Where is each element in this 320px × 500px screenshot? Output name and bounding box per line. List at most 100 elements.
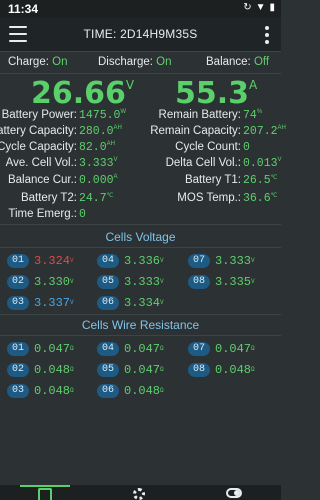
cell-item: 07 3.333V <box>188 254 274 269</box>
cell-value-number: 0.047 <box>215 342 252 356</box>
pack-voltage-unit: V <box>125 78 135 92</box>
cell-value-unit: Ω <box>251 366 255 373</box>
cell-item: 06 3.334V <box>97 296 183 311</box>
stat-row: Remain Capacity: 207.2AH <box>0 125 286 141</box>
cell-item: 08 0.048Ω <box>188 363 274 378</box>
cell-index-badge: 03 <box>7 384 29 398</box>
dashboard-icon[interactable] <box>38 488 52 500</box>
pack-voltage-value: 26.66 <box>31 76 126 111</box>
cell-index-badge: 02 <box>7 363 29 377</box>
balance-value: Off <box>253 56 270 68</box>
cell-value-unit: V <box>251 257 255 264</box>
stat-value: 74 <box>243 109 257 122</box>
cells-voltage-title: Cells Voltage <box>105 230 176 244</box>
stat-row: MOS Temp.: 36.6℃ <box>0 192 281 208</box>
cell-value-number: 0.048 <box>34 384 71 398</box>
cell-index-badge: 05 <box>97 363 119 377</box>
cell-value: 0.047Ω <box>215 342 255 356</box>
cell-value-number: 0.048 <box>215 363 252 377</box>
cell-item: 05 3.333V <box>97 275 183 290</box>
cell-index-badge: 02 <box>7 275 29 289</box>
cell-index-badge: 06 <box>97 296 119 310</box>
cell-value-unit: Ω <box>251 345 255 352</box>
stat-value-cell: 0.013V <box>243 157 282 170</box>
app-bar: TIME: 2D14H9M35S <box>0 18 281 52</box>
stat-label: Remain Battery: <box>158 109 241 121</box>
cell-value-unit: Ω <box>160 387 164 394</box>
stat-unit: V <box>277 157 282 163</box>
stat-value-cell: 0 <box>79 208 86 221</box>
stat-label: Battery T1: <box>184 174 241 186</box>
cell-value-number: 3.336 <box>124 254 161 268</box>
cell-value-unit: Ω <box>70 387 74 394</box>
cell-value: 3.330V <box>34 275 74 289</box>
cell-item: 04 0.047Ω <box>97 342 183 357</box>
stat-row: Battery T1: 26.5℃ <box>0 174 281 190</box>
discharge-switch[interactable]: Discharge: On <box>98 56 172 68</box>
cell-value: 0.047Ω <box>124 342 164 356</box>
discharge-label: Discharge: <box>98 56 153 68</box>
toggle-icon[interactable] <box>226 488 242 498</box>
charge-value: On <box>52 56 68 68</box>
stat-label: MOS Temp.: <box>177 192 241 204</box>
charge-switch[interactable]: Charge: On <box>8 56 67 68</box>
cell-value: 0.048Ω <box>124 384 164 398</box>
stat-row: Remain Battery: 74% <box>0 109 281 125</box>
cell-item: 03 0.048Ω <box>7 384 93 399</box>
cell-value-unit: Ω <box>160 345 164 352</box>
stat-value: 0.013 <box>243 157 278 170</box>
cell-value: 0.047Ω <box>34 342 74 356</box>
cell-value-number: 0.048 <box>124 384 161 398</box>
cells-resistance-title: Cells Wire Resistance <box>81 318 200 332</box>
stat-value: 36.6 <box>243 192 271 205</box>
cell-item: 02 3.330V <box>7 275 93 290</box>
sync-icon: ↻ <box>243 2 252 13</box>
balance-switch[interactable]: Balance: Off <box>206 56 269 68</box>
stat-row: Delta Cell Vol.: 0.013V <box>0 157 282 173</box>
cell-value-number: 3.333 <box>215 254 252 268</box>
more-options-icon[interactable] <box>265 26 269 47</box>
cell-value-number: 3.337 <box>34 296 71 310</box>
switch-status-row: Charge: On Discharge: On Balance: Off <box>0 52 281 74</box>
cell-index-badge: 01 <box>7 254 29 268</box>
stat-unit: ℃ <box>270 193 278 199</box>
page-title: TIME: 2D14H9M35S <box>83 27 198 41</box>
cell-value-unit: Ω <box>70 345 74 352</box>
cell-value-number: 3.333 <box>124 275 161 289</box>
stat-label: Remain Capacity: <box>150 125 241 137</box>
stat-row: Time Emerg.: 0 <box>0 208 140 224</box>
settings-icon[interactable] <box>133 488 145 500</box>
cell-index-badge: 07 <box>188 342 210 356</box>
cell-index-badge: 04 <box>97 254 119 268</box>
stat-value: 26.5 <box>243 174 271 187</box>
cell-index-badge: 06 <box>97 384 119 398</box>
cell-value-unit: Ω <box>160 366 164 373</box>
cell-value-number: 0.047 <box>124 363 161 377</box>
cell-index-badge: 03 <box>7 296 29 310</box>
pack-voltage: 26.66V <box>31 76 134 111</box>
cell-value: 3.335V <box>215 275 255 289</box>
stat-unit: ℃ <box>270 175 278 181</box>
cell-value: 3.333V <box>124 275 164 289</box>
cell-value-unit: V <box>70 278 74 285</box>
cell-item: 03 3.337V <box>7 296 93 311</box>
wifi-icon: ▼ <box>255 2 266 13</box>
cell-value: 3.334V <box>124 296 164 310</box>
cell-index-badge: 08 <box>188 275 210 289</box>
cell-value-unit: Ω <box>70 366 74 373</box>
cell-item: 02 0.048Ω <box>7 363 93 378</box>
stat-label: Delta Cell Vol.: <box>165 157 241 169</box>
cell-value-number: 3.324 <box>34 254 71 268</box>
cell-index-badge: 07 <box>188 254 210 268</box>
stat-unit: AH <box>277 125 286 131</box>
stat-label: Cycle Count: <box>175 141 241 153</box>
pack-current: 55.3A <box>175 76 257 111</box>
cell-index-badge: 01 <box>7 342 29 356</box>
cell-value-number: 3.334 <box>124 296 161 310</box>
cell-index-badge: 05 <box>97 275 119 289</box>
cell-item: 01 3.324V <box>7 254 93 269</box>
discharge-value: On <box>156 56 172 68</box>
charge-label: Charge: <box>8 56 49 68</box>
cell-item: 05 0.047Ω <box>97 363 183 378</box>
stat-value-cell: 74% <box>243 109 262 122</box>
